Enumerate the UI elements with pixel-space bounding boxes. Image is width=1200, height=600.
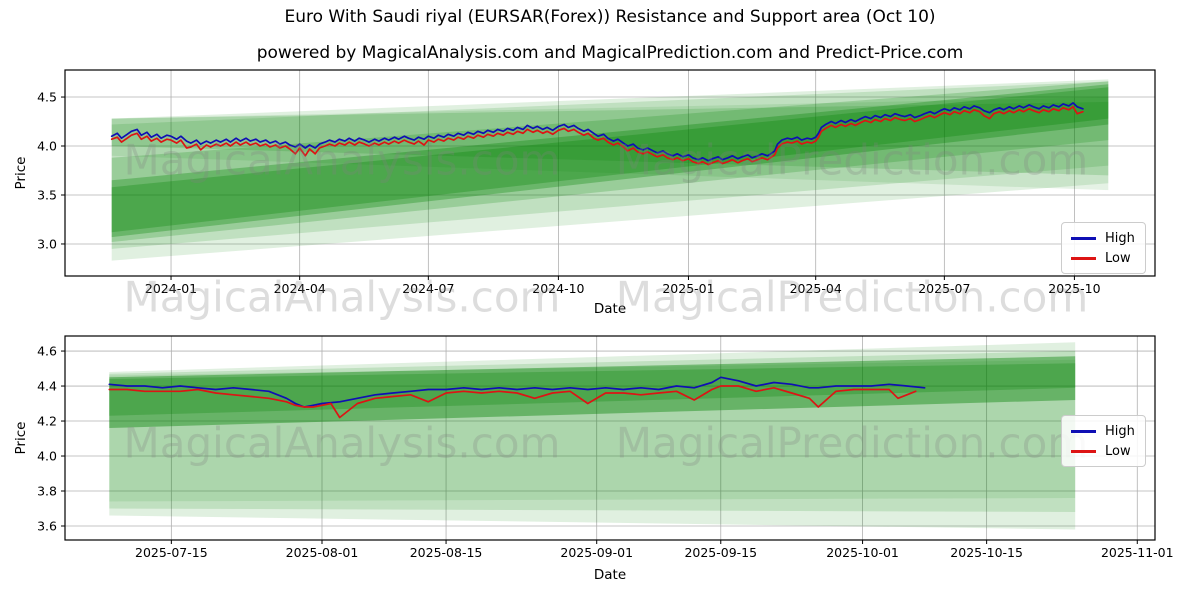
y-tick-label: 3.0: [37, 236, 57, 251]
legend-label-low: Low: [1105, 250, 1131, 266]
legend-bottom: High Low: [1061, 415, 1146, 467]
x-tick-label: 2025-09-01: [560, 545, 633, 560]
x-tick-label: 2024-10: [532, 281, 584, 296]
chart-canvas: 2024-01 2024-04 2024-07 2024-10 2025-01 2025-…: [37, 69, 1156, 296]
x-axis-label-bottom: Date: [593, 567, 627, 583]
legend-item-low: Low: [1071, 248, 1135, 268]
high-line-swatch: [1071, 236, 1096, 240]
x-tick-label: 2024-07: [402, 281, 454, 296]
x-tick-label: 2025-08-15: [410, 545, 483, 560]
y-axis-label-top: Price: [13, 156, 29, 190]
legend-top: High Low: [1061, 222, 1146, 274]
x-tick-label: 2025-09-15: [684, 545, 757, 560]
y-tick-label: 3.5: [37, 187, 57, 202]
x-tick-label: 2025-11-01: [1101, 545, 1174, 560]
low-line-swatch: [1071, 256, 1096, 260]
x-tick-label: 2025-07-15: [135, 545, 208, 560]
x-tick-label: 2024-01: [145, 281, 197, 296]
figure-title: Euro With Saudi riyal (EURSAR(Forex)) Re…: [284, 7, 936, 27]
y-tick-label: 3.8: [37, 484, 57, 499]
figure-subtitle: powered by MagicalAnalysis.com and Magic…: [256, 43, 964, 63]
low-line-swatch: [1071, 449, 1096, 453]
legend-item-low: Low: [1071, 441, 1135, 461]
legend-label-high: High: [1105, 423, 1135, 439]
x-tick-label: 2025-10-01: [826, 545, 899, 560]
y-tick-label: 4.0: [37, 449, 57, 464]
x-tick-label: 2025-04: [790, 281, 842, 296]
y-tick-label: 3.6: [37, 519, 57, 534]
y-tick-label: 4.2: [37, 414, 57, 429]
high-line-swatch: [1071, 429, 1096, 433]
x-tick-label: 2025-07: [918, 281, 970, 296]
x-tick-label: 2025-10: [1048, 281, 1100, 296]
chart-canvas: 2025-07-15 2025-08-01 2025-08-15 2025-09-01…: [37, 335, 1174, 560]
x-axis-label-top: Date: [593, 301, 627, 317]
x-tick-label: 2025-08-01: [286, 545, 359, 560]
figure: Euro With Saudi riyal (EURSAR(Forex)) Re…: [0, 0, 1200, 600]
y-tick-label: 4.4: [37, 379, 57, 394]
y-tick-label: 4.0: [37, 139, 57, 154]
x-tick-label: 2025-10-15: [950, 545, 1023, 560]
legend-label-low: Low: [1105, 443, 1131, 459]
y-tick-label: 4.6: [37, 344, 57, 359]
y-axis-label-bottom: Price: [13, 421, 29, 455]
x-tick-label: 2025-01: [662, 281, 714, 296]
price-chart-top: 2024-01 2024-04 2024-07 2024-10 2025-01 2025-…: [37, 69, 1156, 296]
price-chart-bottom: 2025-07-15 2025-08-01 2025-08-15 2025-09-01…: [37, 335, 1174, 560]
legend-item-high: High: [1071, 228, 1135, 248]
legend-label-high: High: [1105, 230, 1135, 246]
y-tick-label: 4.5: [37, 90, 57, 105]
x-tick-label: 2024-04: [274, 281, 326, 296]
legend-item-high: High: [1071, 421, 1135, 441]
